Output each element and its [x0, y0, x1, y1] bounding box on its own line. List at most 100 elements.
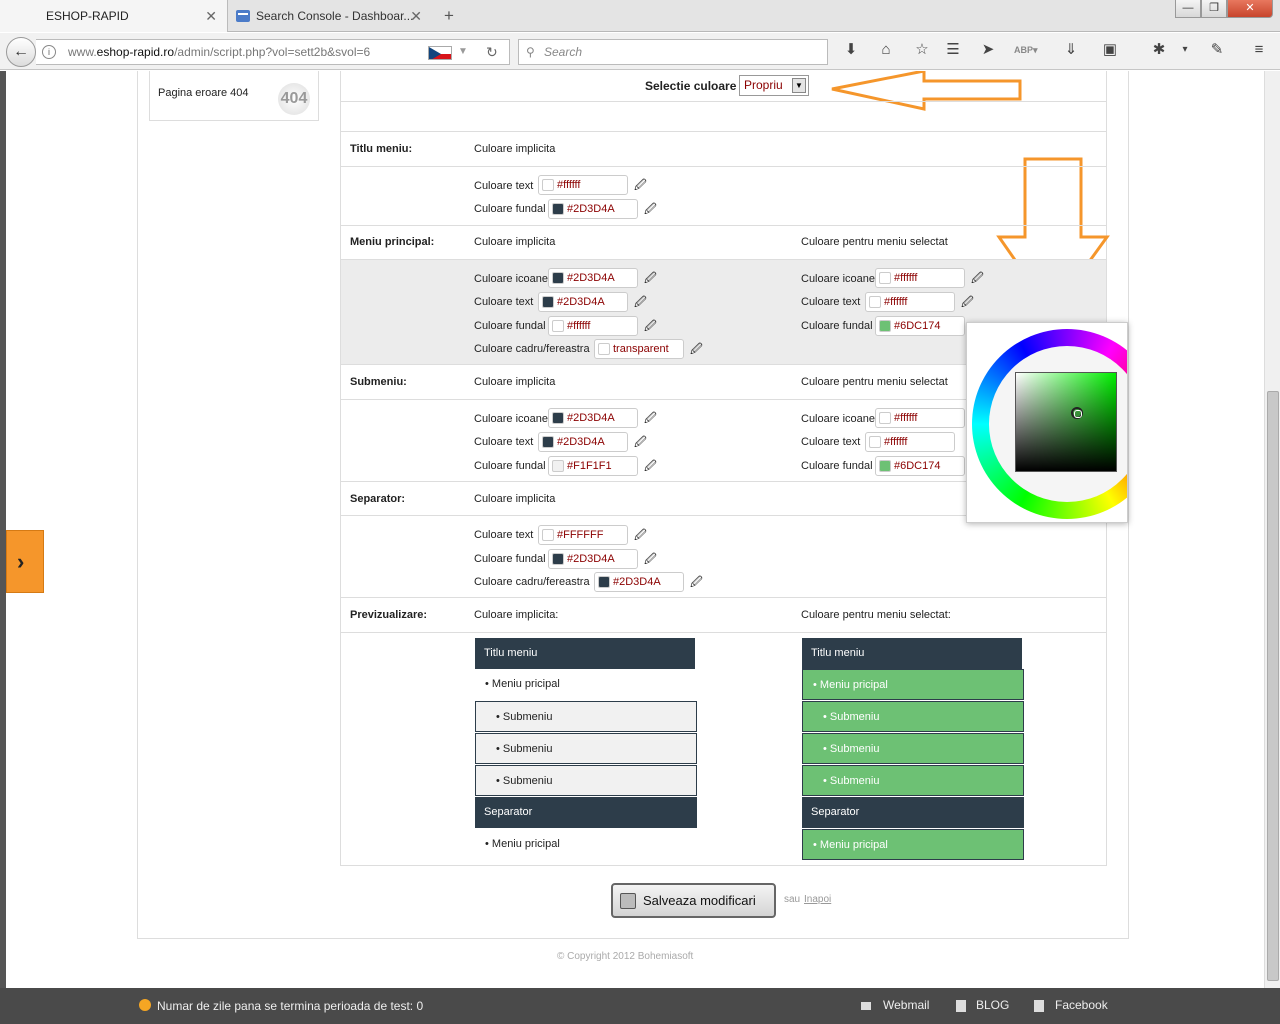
extension-icon[interactable]: ✱ — [1148, 39, 1170, 61]
selected-main-icons-color-field[interactable]: #ffffff — [875, 268, 965, 288]
bookmarks-list-icon[interactable]: ☰ — [942, 39, 964, 61]
chevron-down-icon[interactable]: ▼ — [792, 78, 806, 93]
tab-eshop-rapid[interactable]: ESHOP-RAPID ✕ — [0, 0, 228, 32]
selected-submenu-icons-color-field[interactable]: #ffffff — [875, 408, 965, 428]
eyedropper-icon[interactable]: 🖉 — [644, 409, 657, 430]
blog-link[interactable]: BLOG — [976, 998, 1009, 1012]
search-icon: ⚲ — [526, 45, 535, 59]
selected-submenu-background-color-field[interactable]: #6DC174 — [875, 456, 965, 476]
submenu-background-color-field[interactable]: #F1F1F1 — [548, 456, 638, 476]
close-tab-icon[interactable]: ✕ — [205, 0, 217, 32]
submenu-selected-label: Culoare pentru meniu selectat — [801, 376, 948, 388]
preview-separator: Separator — [475, 797, 697, 828]
eyedropper-icon[interactable]: 🖉 — [634, 293, 647, 314]
title-background-color-field[interactable]: #2D3D4A — [548, 199, 638, 219]
color-picker-popup[interactable] — [966, 322, 1128, 523]
eyedropper-icon[interactable]: 🖉 — [644, 269, 657, 290]
url-text[interactable]: www.eshop-rapid.ro/admin/script.php?vol=… — [68, 40, 370, 64]
eyedropper-icon[interactable]: 🖉 — [634, 433, 647, 454]
main-frame-color-field[interactable]: transparent — [594, 339, 684, 359]
menu-icon[interactable]: ≡ — [1248, 39, 1270, 61]
separator-frame-color-field[interactable]: #2D3D4A — [594, 572, 684, 592]
chevron-down-icon[interactable]: ▾ — [1174, 39, 1196, 61]
selected-submenu-text-color-field[interactable]: #ffffff — [865, 432, 955, 452]
back-link[interactable]: Inapoi — [804, 894, 831, 905]
back-button[interactable]: ← — [6, 37, 36, 67]
annotation-arrow-left — [831, 71, 1022, 111]
separator-text-color-field[interactable]: #FFFFFF — [538, 525, 628, 545]
eyedropper-icon[interactable]: 🖉 — [644, 200, 657, 221]
trial-notice: Numar de zile pana se termina perioada d… — [157, 999, 424, 1013]
notes-icon[interactable]: ✎ — [1206, 39, 1228, 61]
color-swatch — [542, 529, 554, 541]
send-icon[interactable]: ➤ — [977, 39, 999, 61]
color-swatch — [552, 272, 564, 284]
color-swatch — [879, 320, 891, 332]
separator-background-color-field[interactable]: #2D3D4A — [548, 549, 638, 569]
eyedropper-icon[interactable]: 🖉 — [644, 317, 657, 338]
eyedropper-icon[interactable]: 🖉 — [644, 550, 657, 571]
field-label: Culoare icoane — [801, 273, 875, 285]
webmail-link[interactable]: Webmail — [883, 998, 929, 1012]
facebook-link[interactable]: Facebook — [1055, 998, 1108, 1012]
eyedropper-icon[interactable]: 🖉 — [690, 573, 703, 594]
close-tab-icon[interactable]: ✕ — [410, 0, 422, 32]
czech-flag-icon[interactable] — [428, 46, 452, 60]
field-label: Culoare text — [474, 296, 534, 308]
eyedropper-icon[interactable]: 🖉 — [971, 269, 984, 290]
preview-sub-item: • Submeniu — [475, 765, 697, 796]
main-menu-selected-label: Culoare pentru meniu selectat — [801, 236, 948, 248]
field-label: Culoare fundal — [474, 460, 546, 472]
minimize-button[interactable]: — — [1175, 0, 1201, 18]
selected-main-text-color-field[interactable]: #ffffff — [865, 292, 955, 312]
main-text-color-field[interactable]: #2D3D4A — [538, 292, 628, 312]
main-background-color-field[interactable]: #ffffff — [548, 316, 638, 336]
save-page-icon[interactable]: ⇓ — [1060, 39, 1082, 61]
search-input[interactable]: ⚲ Search — [518, 39, 828, 65]
field-label: Culoare cadru/fereastra — [474, 576, 590, 588]
save-button-label: Salveaza modificari — [643, 893, 756, 908]
saturation-value-square[interactable] — [1015, 372, 1117, 472]
preview-selected-sub-item: • Submeniu — [802, 701, 1024, 732]
info-icon[interactable]: i — [42, 45, 56, 59]
close-window-button[interactable]: ✕ — [1227, 0, 1273, 18]
adblock-icon[interactable]: ABP▾ — [1014, 39, 1038, 61]
eyedropper-icon[interactable]: 🖉 — [644, 457, 657, 478]
color-selection-select[interactable]: Propriu ▼ — [739, 75, 809, 96]
restore-button[interactable]: ❐ — [1201, 0, 1227, 18]
screenshot-icon[interactable]: ▣ — [1099, 39, 1121, 61]
new-tab-button[interactable]: + — [444, 0, 454, 32]
submenu-section-label: Submeniu: — [350, 376, 407, 388]
eyedropper-icon[interactable]: 🖉 — [690, 340, 703, 361]
bookmark-star-icon[interactable]: ☆ — [911, 39, 933, 61]
sidebar-item-error-404[interactable]: Pagina eroare 404 404 — [149, 71, 319, 121]
floppy-disk-icon — [620, 893, 636, 909]
title-menu-section-label: Titlu meniu: — [350, 143, 413, 155]
home-icon[interactable]: ⌂ — [875, 39, 897, 61]
eyedropper-icon[interactable]: 🖉 — [634, 526, 647, 547]
color-swatch — [542, 436, 554, 448]
submenu-icons-color-field[interactable]: #2D3D4A — [548, 408, 638, 428]
url-history-dropdown-icon[interactable]: ▼ — [458, 40, 468, 64]
tab-title: ESHOP-RAPID — [46, 9, 129, 23]
selected-main-background-color-field[interactable]: #6DC174 — [875, 316, 965, 336]
color-swatch — [552, 203, 564, 215]
download-icon[interactable]: ⬇ — [840, 39, 862, 61]
submenu-text-color-field[interactable]: #2D3D4A — [538, 432, 628, 452]
side-panel-toggle[interactable]: › — [6, 530, 44, 593]
url-bar[interactable]: i www.eshop-rapid.ro/admin/script.php?vo… — [36, 39, 510, 65]
vertical-scrollbar[interactable] — [1264, 71, 1280, 988]
save-button[interactable]: Salveaza modificari — [611, 883, 776, 918]
main-icons-color-field[interactable]: #2D3D4A — [548, 268, 638, 288]
eyedropper-icon[interactable]: 🖉 — [634, 176, 647, 197]
field-label: Culoare text — [474, 529, 534, 541]
title-text-color-field[interactable]: #ffffff — [538, 175, 628, 195]
picker-handle[interactable] — [1071, 407, 1083, 419]
scrollbar-thumb[interactable] — [1267, 391, 1279, 981]
eyedropper-icon[interactable]: 🖉 — [961, 293, 974, 314]
tab-search-console[interactable]: Search Console - Dashboar... ✕ — [228, 0, 432, 32]
reload-icon[interactable]: ↻ — [486, 40, 498, 64]
or-label: sau — [784, 894, 801, 905]
preview-section-label: Previzualizare: — [350, 609, 428, 621]
field-label: Culoare fundal — [474, 320, 546, 332]
